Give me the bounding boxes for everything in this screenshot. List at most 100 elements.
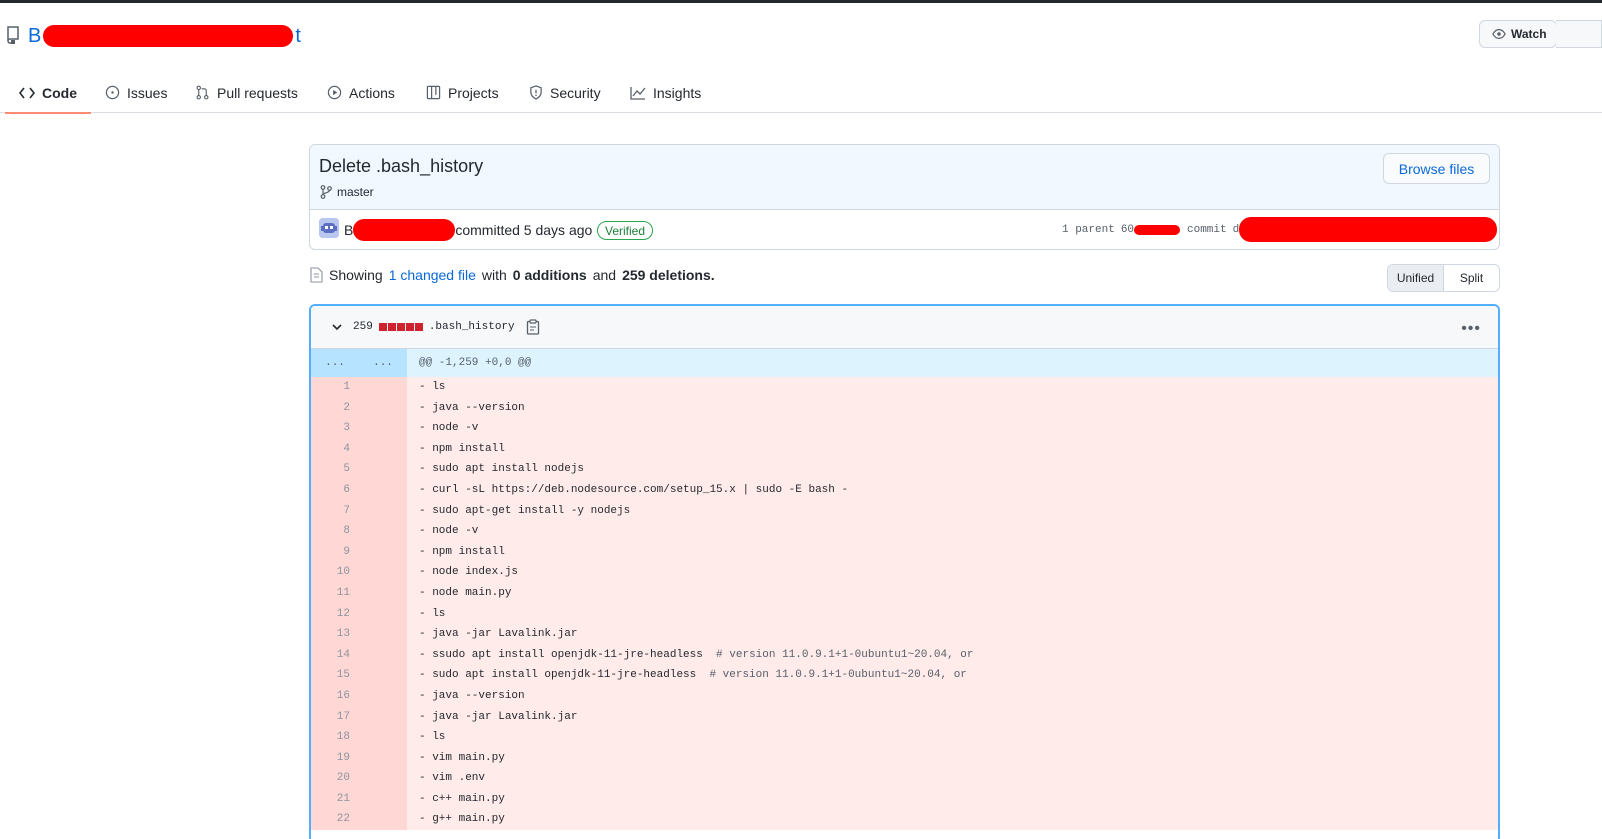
diff-line: 1 - ls bbox=[311, 377, 1498, 398]
tab-issues[interactable]: Issues bbox=[105, 72, 167, 113]
repo-name-prefix: B bbox=[28, 24, 42, 47]
redaction-mark bbox=[1134, 225, 1181, 235]
branch-name[interactable]: master bbox=[337, 185, 374, 199]
line-number[interactable]: 21 bbox=[311, 788, 359, 810]
tab-code[interactable]: Code bbox=[5, 72, 91, 114]
pull-request-icon bbox=[196, 85, 209, 100]
line-number[interactable]: 19 bbox=[311, 747, 359, 769]
repo-header: B t Watch bbox=[0, 18, 1602, 54]
diff-line: 6 - curl -sL https://deb.nodesource.com/s… bbox=[311, 479, 1498, 501]
file-name[interactable]: .bash_history bbox=[429, 321, 515, 333]
tab-label: Projects bbox=[448, 84, 499, 101]
commit-sha-prefix: d bbox=[1232, 223, 1240, 236]
line-number[interactable]: 20 bbox=[311, 768, 359, 789]
code-icon bbox=[19, 87, 35, 98]
line-number[interactable]: 10 bbox=[311, 562, 359, 583]
browse-files-button[interactable]: Browse files bbox=[1383, 153, 1490, 184]
line-code: - c++ main.py bbox=[419, 792, 505, 805]
split-button[interactable]: Split bbox=[1444, 265, 1499, 291]
watch-count-button[interactable] bbox=[1556, 20, 1602, 48]
diff-line: 10 - node index.js bbox=[311, 562, 1498, 583]
line-code: - ls bbox=[419, 381, 446, 393]
repo-name-link[interactable]: B t bbox=[28, 22, 301, 50]
repo-name-suffix: t bbox=[295, 24, 301, 47]
committed-text: committed 5 days ago bbox=[455, 222, 593, 238]
branch-info: master bbox=[320, 185, 374, 199]
line-code: - java --version bbox=[419, 401, 525, 414]
tab-pull-requests[interactable]: Pull requests bbox=[195, 72, 298, 113]
line-number[interactable]: 22 bbox=[311, 809, 359, 831]
line-number[interactable]: 14 bbox=[311, 644, 359, 666]
expand-right[interactable]: ... bbox=[359, 349, 407, 377]
line-number[interactable]: 16 bbox=[311, 685, 359, 707]
watch-button[interactable]: Watch bbox=[1479, 20, 1557, 48]
with-text: with bbox=[481, 267, 507, 283]
diff-line: 18 - ls bbox=[311, 727, 1498, 748]
diff-line: 3 - node -v bbox=[311, 418, 1498, 439]
line-number[interactable]: 5 bbox=[311, 459, 359, 480]
chevron-down-icon[interactable] bbox=[331, 321, 343, 333]
file-change-stat: 259 .bash_history bbox=[353, 321, 515, 333]
top-bar bbox=[0, 0, 1602, 3]
diff-view-toggle: Unified Split bbox=[1387, 264, 1500, 292]
verified-badge[interactable]: Verified bbox=[597, 221, 654, 240]
diff-lines: 1 - ls 2 - java --version 3 - node -v 4 - np… bbox=[311, 377, 1498, 831]
line-code: - sudo apt-get install -y nodejs bbox=[419, 504, 631, 517]
line-code: - vim .env bbox=[419, 772, 486, 785]
line-number[interactable]: 13 bbox=[311, 624, 359, 645]
expand-left[interactable]: ... bbox=[311, 349, 359, 377]
line-number[interactable]: 9 bbox=[311, 541, 359, 563]
tab-label: Code bbox=[42, 84, 77, 101]
line-number[interactable]: 2 bbox=[311, 397, 359, 419]
commit-meta: B committed 5 days ago Verified 1 parent… bbox=[310, 211, 1499, 251]
unified-button[interactable]: Unified bbox=[1388, 265, 1444, 291]
copy-icon[interactable] bbox=[526, 319, 540, 335]
table-icon bbox=[426, 85, 441, 100]
line-code: - java -jar Lavalink.jar bbox=[419, 710, 578, 723]
tab-actions[interactable]: Actions bbox=[327, 72, 395, 113]
parent-info: 1 parent 60 bbox=[1062, 224, 1181, 236]
diffstat-blocks bbox=[378, 323, 423, 331]
line-number[interactable]: 15 bbox=[311, 665, 359, 686]
line-number[interactable]: 12 bbox=[311, 603, 359, 625]
tab-projects[interactable]: Projects bbox=[426, 72, 499, 113]
line-code: - node index.js bbox=[419, 566, 519, 579]
diff-line: 13 - java -jar Lavalink.jar bbox=[311, 624, 1498, 645]
parent-label: 1 parent bbox=[1062, 224, 1115, 236]
file-header: 259 .bash_history ••• bbox=[311, 306, 1498, 349]
line-number[interactable]: 1 bbox=[311, 377, 359, 398]
diff-line: 21 - c++ main.py bbox=[311, 788, 1498, 810]
author-line: B committed 5 days ago bbox=[344, 219, 592, 241]
line-number[interactable]: 11 bbox=[311, 582, 359, 604]
tab-insights[interactable]: Insights bbox=[630, 72, 701, 113]
line-number[interactable]: 8 bbox=[311, 521, 359, 542]
commit-label: commit bbox=[1187, 223, 1227, 236]
commit-header: Delete .bash_history master Browse files bbox=[310, 145, 1499, 210]
tab-security[interactable]: Security bbox=[529, 72, 601, 113]
line-number[interactable]: 17 bbox=[311, 706, 359, 728]
tab-label: Actions bbox=[349, 84, 395, 101]
diff-line: 7 - sudo apt-get install -y nodejs bbox=[311, 500, 1498, 522]
branch-icon bbox=[320, 185, 332, 199]
author-name-prefix[interactable]: B bbox=[344, 222, 353, 238]
diff-line: 4 - npm install bbox=[311, 438, 1498, 460]
deletions-count: 259 deletions. bbox=[622, 267, 715, 283]
line-number[interactable]: 6 bbox=[311, 479, 359, 501]
line-number[interactable]: 4 bbox=[311, 438, 359, 460]
line-number[interactable]: 7 bbox=[311, 500, 359, 522]
parent-sha-prefix[interactable]: 60 bbox=[1121, 224, 1134, 236]
avatar[interactable] bbox=[319, 218, 339, 238]
diff-line: 20 - vim .env bbox=[311, 768, 1498, 789]
line-number[interactable]: 18 bbox=[311, 727, 359, 748]
change-count: 259 bbox=[353, 321, 373, 333]
file-diff-icon bbox=[310, 267, 323, 283]
changed-files-link[interactable]: 1 changed file bbox=[389, 267, 476, 283]
more-options-icon[interactable]: ••• bbox=[1461, 320, 1481, 338]
line-number[interactable]: 3 bbox=[311, 418, 359, 439]
diff-line: 12 - ls bbox=[311, 603, 1498, 625]
showing-text: Showing bbox=[329, 267, 383, 283]
tab-label: Issues bbox=[127, 84, 168, 101]
line-code: - sudo apt install openjdk-11-jre-headle… bbox=[419, 669, 697, 682]
diff-line: 14 - ssudo apt install openjdk-11-jre-hea… bbox=[311, 644, 1498, 666]
tab-label: Pull requests bbox=[217, 84, 298, 101]
